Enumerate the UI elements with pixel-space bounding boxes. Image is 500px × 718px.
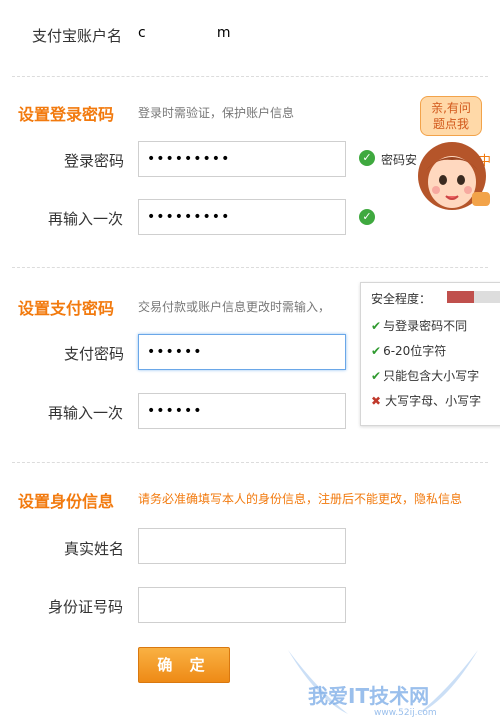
help-bubble-line: 亲,有问	[431, 101, 471, 115]
real-name-label: 真实姓名	[64, 540, 125, 558]
help-bubble[interactable]: 亲,有问 题点我	[420, 96, 482, 136]
pay-confirm-input[interactable]: ••••••	[138, 393, 346, 429]
real-name-input[interactable]	[138, 528, 346, 564]
password-strength-tooltip: 安全程度： ✔ 与登录密码不同 ✔ 6-20位字符 ✔ 只能包含大小写字 ✖ 大写字母、…	[360, 282, 500, 426]
pay-password-label: 支付密码	[64, 345, 125, 363]
pay-confirm-label: 再输入一次	[48, 404, 124, 422]
strength-bar	[447, 291, 500, 303]
strength-title: 安全程度：	[371, 292, 432, 306]
divider	[12, 76, 488, 77]
login-section-title: 设置登录密码	[18, 105, 115, 124]
login-section-desc: 登录时需验证，保护账户信息	[138, 106, 295, 120]
rule-text: 6-20位字符	[383, 344, 447, 358]
login-confirm-input[interactable]: •••••••••	[138, 199, 346, 235]
rule-text: 与登录密码不同	[383, 319, 468, 333]
rule-text: 大写字母、小写字	[385, 394, 482, 408]
login-password-input[interactable]: •••••••••	[138, 141, 346, 177]
rule-item: ✖ 大写字母、小写字	[371, 392, 481, 409]
pay-section-title: 设置支付密码	[18, 299, 115, 318]
check-icon: ✓	[359, 150, 375, 166]
mascot-face-icon	[418, 142, 490, 210]
check-icon: ✔	[371, 344, 382, 358]
divider	[12, 267, 488, 268]
rule-item: ✔ 6-20位字符	[371, 342, 446, 359]
check-icon: ✓	[359, 209, 375, 225]
pay-section-desc: 交易付款或账户信息更改时需输入，	[138, 300, 331, 314]
rule-item: ✔ 只能包含大小写字	[371, 367, 479, 384]
cross-icon: ✖	[371, 394, 382, 408]
watermark-text: 我爱IT技术网	[308, 684, 430, 708]
id-number-input[interactable]	[138, 587, 346, 623]
id-number-label: 身份证号码	[48, 598, 124, 616]
login-confirm-label: 再输入一次	[48, 210, 124, 228]
help-bubble-line: 题点我	[432, 117, 469, 131]
rule-text: 只能包含大小写字	[383, 369, 480, 383]
id-section-title: 设置身份信息	[18, 492, 115, 511]
account-label: 支付宝账户名	[32, 27, 123, 45]
confirm-button[interactable]: 确 定	[138, 647, 230, 683]
watermark: 我爱IT技术网 www.52ij.com	[278, 640, 498, 718]
help-mascot[interactable]: 亲,有问 题点我	[412, 96, 500, 214]
check-icon: ✔	[371, 369, 382, 383]
pay-password-input[interactable]: ••••••	[138, 334, 346, 370]
account-value: c m	[138, 25, 231, 41]
login-password-label: 登录密码	[64, 152, 125, 170]
divider	[12, 462, 488, 463]
rule-item: ✔ 与登录密码不同	[371, 317, 467, 334]
check-icon: ✔	[371, 319, 382, 333]
strength-bar-fill	[447, 291, 474, 303]
id-section-desc: 请务必准确填写本人的身份信息，注册后不能更改，隐私信息	[138, 492, 463, 506]
watermark-url: www.52ij.com	[374, 708, 437, 718]
